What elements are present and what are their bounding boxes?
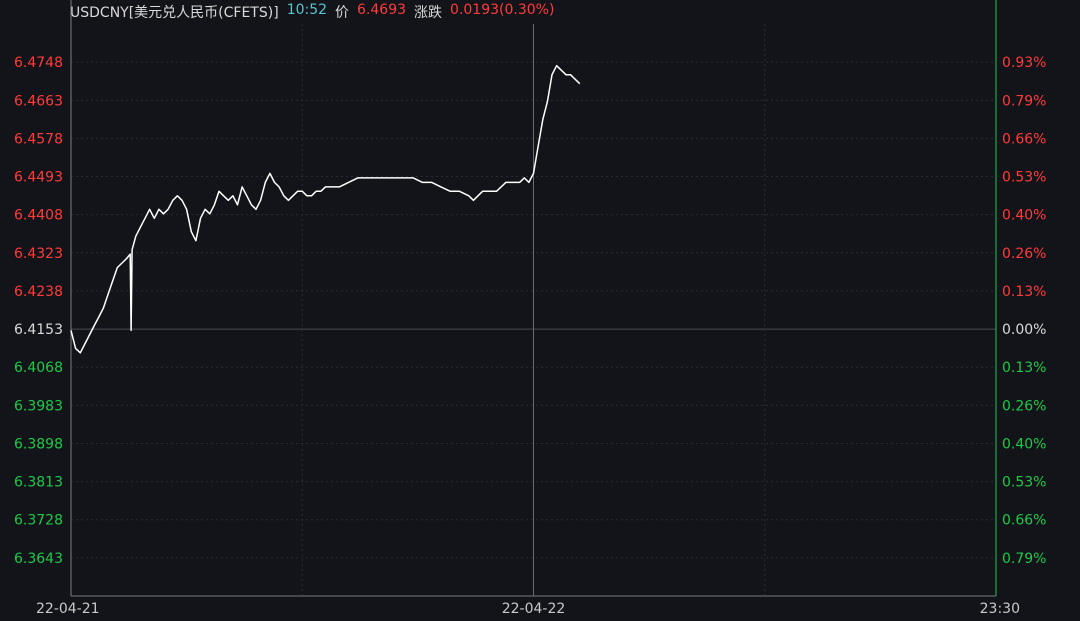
x-tick-label: 23:30 bbox=[980, 601, 1020, 617]
y-tick-label-percent: 0.26% bbox=[1002, 246, 1046, 262]
y-axis-price-labels: 6.4748 6.4663 6.4578 6.4493 6.4408 6.4323 6.42… bbox=[14, 55, 63, 567]
y-tick-label: 6.4578 bbox=[14, 131, 63, 147]
axes bbox=[70, 0, 997, 597]
y-tick-label-percent: 0.53% bbox=[1002, 170, 1046, 186]
y-axis-percent-labels: 0.93% 0.79% 0.66% 0.53% 0.40% 0.26% 0.13% 0.00%… bbox=[1002, 55, 1046, 567]
y-tick-label-percent: 0.66% bbox=[1002, 131, 1046, 147]
y-tick-label-percent: 0.00% bbox=[1002, 322, 1046, 338]
y-tick-label: 6.4493 bbox=[14, 170, 63, 186]
y-tick-label: 6.4748 bbox=[14, 55, 63, 71]
y-tick-label: 6.4068 bbox=[14, 360, 63, 376]
x-tick-label: 22-04-22 bbox=[502, 601, 566, 617]
y-tick-label-percent: 0.79% bbox=[1002, 551, 1046, 567]
y-tick-label-percent: 0.93% bbox=[1002, 55, 1046, 71]
y-tick-label: 6.3898 bbox=[14, 436, 63, 452]
y-tick-label: 6.4663 bbox=[14, 93, 63, 109]
y-tick-label-percent: 0.13% bbox=[1002, 284, 1046, 300]
price-series bbox=[70, 64, 581, 354]
x-tick-label: 22-04-21 bbox=[36, 601, 100, 617]
y-tick-label-percent: 0.13% bbox=[1002, 360, 1046, 376]
y-tick-label-percent: 0.40% bbox=[1002, 208, 1046, 224]
y-tick-label-percent: 0.26% bbox=[1002, 398, 1046, 414]
price-chart[interactable]: 6.4748 6.4663 6.4578 6.4493 6.4408 6.4323 6.42… bbox=[0, 0, 1080, 621]
y-tick-label-percent: 0.79% bbox=[1002, 93, 1046, 109]
y-tick-label: 6.4408 bbox=[14, 208, 63, 224]
y-tick-label: 6.3813 bbox=[14, 475, 63, 491]
y-tick-label: 6.3728 bbox=[14, 513, 63, 529]
y-tick-label: 6.3643 bbox=[14, 551, 63, 567]
y-tick-label-percent: 0.66% bbox=[1002, 513, 1046, 529]
y-tick-label: 6.4323 bbox=[14, 246, 63, 262]
y-tick-label-percent: 0.53% bbox=[1002, 475, 1046, 491]
y-tick-label: 6.3983 bbox=[14, 398, 63, 414]
y-tick-label: 6.4238 bbox=[14, 284, 63, 300]
x-axis-labels: 22-04-21 22-04-22 23:30 bbox=[36, 601, 1020, 617]
y-tick-label-percent: 0.40% bbox=[1002, 436, 1046, 452]
price-line bbox=[70, 64, 581, 354]
y-tick-label: 6.4153 bbox=[14, 322, 63, 338]
